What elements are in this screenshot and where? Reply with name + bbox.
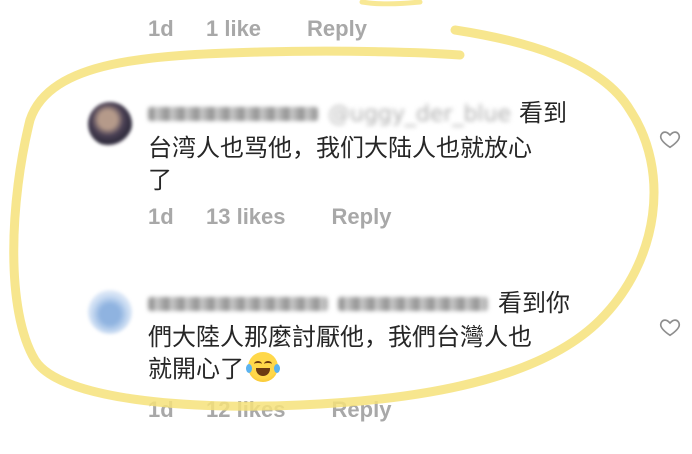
avatar[interactable] xyxy=(88,102,132,146)
tears-of-joy-emoji-icon xyxy=(246,352,280,382)
comment-text-line-3-text: 就開心了 xyxy=(148,355,244,383)
comment-text-line-3: 了 xyxy=(148,166,172,194)
comment-text-line-2: 台湾人也骂他，我们大陆人也就放心 xyxy=(148,134,532,162)
redacted-username[interactable] xyxy=(148,107,318,121)
reply-button[interactable]: Reply xyxy=(332,204,392,230)
redacted-username[interactable] xyxy=(148,297,328,311)
redacted-mention[interactable] xyxy=(338,297,488,311)
comment-text-line-2: 們大陸人那麼討厭他，我們台灣人也 xyxy=(148,323,532,351)
heart-outline-icon[interactable] xyxy=(659,316,681,338)
heart-outline-icon[interactable] xyxy=(659,128,681,150)
comment-meta: 1d 13 likes Reply xyxy=(148,204,391,230)
comment-text-line-3: 就開心了 xyxy=(148,352,280,386)
previous-comment-meta: 1d 1 like Reply xyxy=(148,16,367,42)
reply-button[interactable]: Reply xyxy=(307,16,367,42)
comment-likes[interactable]: 12 likes xyxy=(206,397,286,423)
comment-text: 看到你 xyxy=(148,286,570,320)
avatar[interactable] xyxy=(88,290,132,334)
comment-meta: 1d 12 likes Reply xyxy=(148,397,391,423)
comment-time: 1d xyxy=(148,397,174,422)
comment-text-line-1: 看到 xyxy=(519,99,567,127)
comment-likes[interactable]: 1 like xyxy=(206,16,261,42)
redacted-mention[interactable]: @uggy_der_blue xyxy=(328,102,511,127)
comment-time: 1d xyxy=(148,204,174,229)
comment-text-line-1: 看到你 xyxy=(498,289,570,317)
reply-button[interactable]: Reply xyxy=(332,397,392,423)
comment-text: @uggy_der_blue 看到 xyxy=(148,96,567,132)
comment-time: 1d xyxy=(148,16,174,41)
comment-likes[interactable]: 13 likes xyxy=(206,204,286,230)
